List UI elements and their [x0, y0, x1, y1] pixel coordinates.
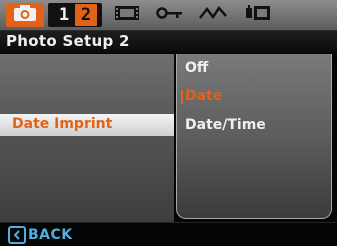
camera-icon [13, 4, 37, 26]
waveform-icon [199, 4, 227, 26]
key-icon [156, 4, 184, 26]
option-off[interactable]: Off [185, 60, 208, 76]
menu-item-date-imprint[interactable]: Date Imprint [0, 114, 174, 136]
option-date[interactable]: Date [180, 88, 222, 104]
settings-list: Date Imprint [0, 54, 174, 222]
movie-icon [114, 4, 140, 26]
options-panel: Off Date Date/Time [174, 54, 337, 222]
title-bar: Photo Setup 2 [0, 31, 337, 53]
option-date-time[interactable]: Date/Time [185, 117, 266, 133]
tab-camera[interactable] [6, 3, 44, 27]
back-arrow-icon [8, 226, 26, 244]
footer-bar: BACK [0, 222, 337, 246]
camera-menu-screen: 1 2 Photo Setup 2 Date Imprint Off Date … [0, 0, 337, 246]
back-button[interactable]: BACK [8, 226, 73, 244]
menu-tab-bar: 1 2 [0, 0, 337, 31]
back-label: BACK [28, 227, 73, 243]
tab-page-2[interactable]: 2 [75, 4, 97, 26]
tab-movie[interactable] [112, 3, 142, 27]
setup-tool-icon [245, 4, 271, 26]
tab-key[interactable] [155, 3, 185, 27]
options-list: Off Date Date/Time [176, 54, 332, 219]
page-title: Photo Setup 2 [6, 32, 130, 50]
tab-waveform[interactable] [198, 3, 228, 27]
tab-page-selector: 1 2 [48, 3, 102, 27]
menu-item-label: Date Imprint [12, 116, 113, 132]
tab-page-1[interactable]: 1 [53, 4, 75, 26]
tab-setup[interactable] [243, 3, 273, 27]
